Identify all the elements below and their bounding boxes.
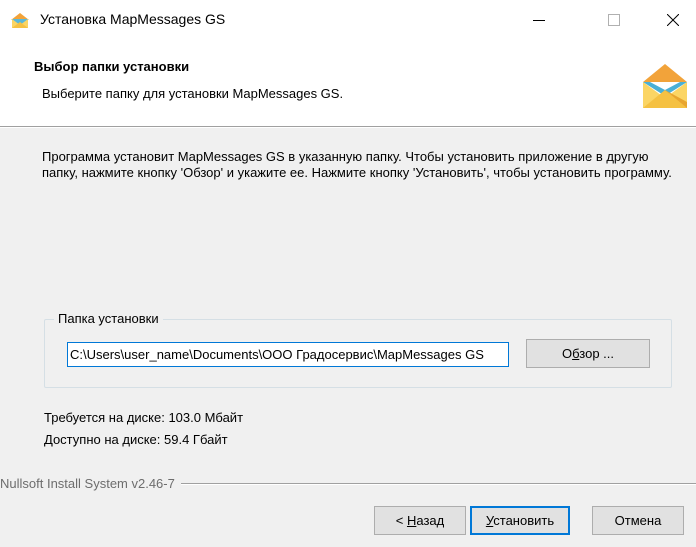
header-divider <box>0 126 696 128</box>
browse-button[interactable]: Обзор ... <box>526 339 650 368</box>
minimize-icon <box>533 20 545 21</box>
wizard-header: Выбор папки установки Выберите папку для… <box>0 40 696 126</box>
installer-icon <box>11 13 29 28</box>
close-button[interactable] <box>650 0 696 40</box>
page-subtitle: Выберите папку для установки MapMessages… <box>42 86 344 101</box>
install-folder-label: Папка установки <box>54 311 163 326</box>
envelope-logo-icon <box>643 64 687 108</box>
maximize-button <box>591 0 637 40</box>
window-title: Установка MapMessages GS <box>40 11 226 27</box>
space-available: Доступно на диске: 59.4 Гбайт <box>44 432 228 447</box>
title-bar: Установка MapMessages GS <box>0 0 696 40</box>
install-path-input[interactable] <box>67 342 509 367</box>
close-icon <box>667 14 679 26</box>
space-required: Требуется на диске: 103.0 Мбайт <box>44 410 244 425</box>
description-text: Программа установит MapMessages GS в ука… <box>42 149 672 180</box>
maximize-icon <box>608 14 620 26</box>
page-title: Выбор папки установки <box>34 59 190 74</box>
install-button[interactable]: Установить <box>470 506 570 535</box>
nsis-branding: Nullsoft Install System v2.46-7 <box>0 476 181 491</box>
back-button[interactable]: < Назад <box>374 506 466 535</box>
cancel-button[interactable]: Отмена <box>592 506 684 535</box>
minimize-button[interactable] <box>516 0 562 40</box>
